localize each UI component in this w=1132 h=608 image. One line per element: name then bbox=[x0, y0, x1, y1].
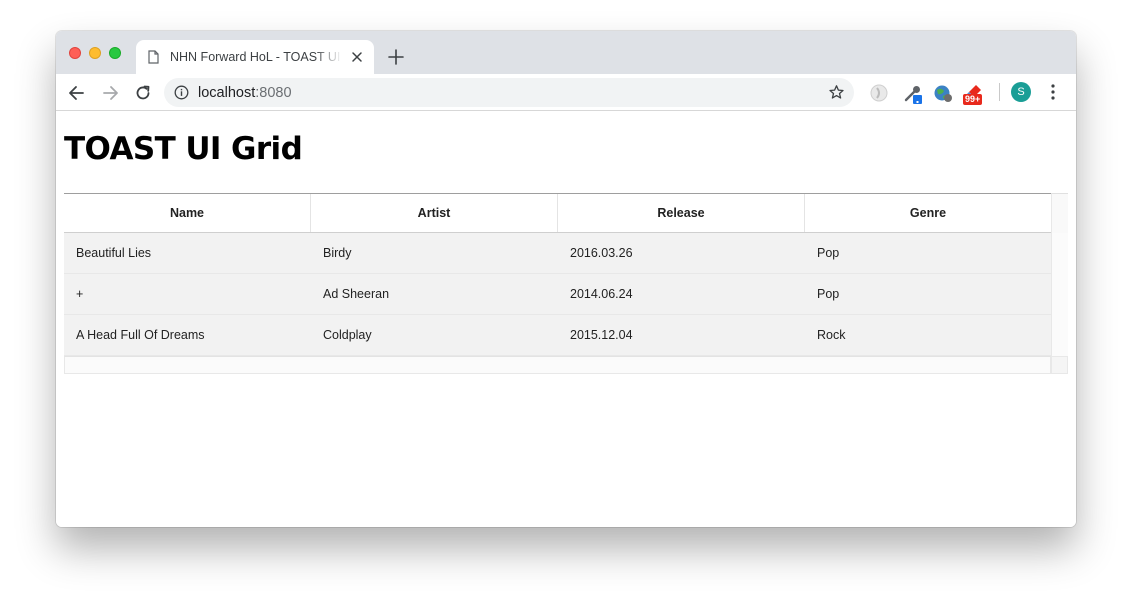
page-icon bbox=[148, 50, 159, 64]
info-icon[interactable] bbox=[174, 85, 189, 100]
scrollbar-corner bbox=[1051, 356, 1068, 374]
table-cell[interactable]: Beautiful Lies bbox=[64, 233, 311, 273]
url-host: localhost bbox=[198, 85, 256, 101]
close-icon[interactable] bbox=[350, 50, 364, 64]
table-cell[interactable]: 2014.06.24 bbox=[558, 274, 805, 314]
close-window-button[interactable] bbox=[69, 47, 81, 59]
header-scroll-spacer bbox=[1051, 193, 1068, 233]
maximize-window-button[interactable] bbox=[109, 47, 121, 59]
data-grid[interactable]: Name Artist Release Genre Beautiful Lies… bbox=[64, 193, 1068, 374]
globe-extension-icon[interactable] bbox=[932, 82, 954, 104]
table-cell[interactable]: A Head Full Of Dreams bbox=[64, 315, 311, 355]
url-text: localhost:8080 bbox=[198, 85, 292, 101]
table-cell[interactable]: Pop bbox=[805, 274, 1051, 314]
toolbar-separator bbox=[999, 83, 1000, 101]
grid-header: Name Artist Release Genre bbox=[64, 193, 1051, 233]
table-row: + Ad Sheeran 2014.06.24 Pop bbox=[64, 274, 1051, 315]
star-icon[interactable] bbox=[828, 84, 845, 101]
back-arrow-icon[interactable] bbox=[67, 83, 87, 103]
tab-title: NHN Forward HoL - TOAST UI Grid bbox=[170, 50, 342, 64]
plus-icon[interactable] bbox=[387, 48, 405, 66]
table-cell[interactable]: Rock bbox=[805, 315, 1051, 355]
address-bar[interactable]: localhost:8080 bbox=[164, 78, 854, 107]
column-header-genre[interactable]: Genre bbox=[805, 194, 1051, 232]
column-header-artist[interactable]: Artist bbox=[311, 194, 558, 232]
kebab-menu-icon[interactable] bbox=[1047, 83, 1059, 101]
table-cell[interactable]: 2016.03.26 bbox=[558, 233, 805, 273]
tracker-extension-icon[interactable] bbox=[868, 82, 890, 104]
url-port: :8080 bbox=[255, 85, 292, 101]
extension-badge: 99+ bbox=[963, 94, 983, 105]
grid-body: Beautiful Lies Birdy 2016.03.26 Pop + Ad… bbox=[64, 233, 1051, 356]
color-picker-extension-icon[interactable] bbox=[902, 82, 924, 104]
table-row: Beautiful Lies Birdy 2016.03.26 Pop bbox=[64, 233, 1051, 274]
minimize-window-button[interactable] bbox=[89, 47, 101, 59]
table-cell[interactable]: Ad Sheeran bbox=[311, 274, 558, 314]
table-cell[interactable]: 2015.12.04 bbox=[558, 315, 805, 355]
tab-strip: NHN Forward HoL - TOAST UI Grid bbox=[56, 31, 1076, 74]
page-content: TOAST UI Grid Name Artist Release Genre … bbox=[56, 111, 1076, 527]
column-header-release[interactable]: Release bbox=[558, 194, 805, 232]
vertical-scrollbar[interactable] bbox=[1051, 233, 1068, 356]
reload-icon[interactable] bbox=[133, 83, 153, 103]
table-cell[interactable]: Pop bbox=[805, 233, 1051, 273]
browser-tab[interactable]: NHN Forward HoL - TOAST UI Grid bbox=[136, 40, 374, 74]
table-row: A Head Full Of Dreams Coldplay 2015.12.0… bbox=[64, 315, 1051, 356]
page-title: TOAST UI Grid bbox=[64, 131, 303, 167]
table-cell[interactable]: Birdy bbox=[311, 233, 558, 273]
profile-avatar[interactable]: S bbox=[1011, 82, 1031, 102]
browser-window: NHN Forward HoL - TOAST UI Grid local bbox=[56, 31, 1076, 527]
forward-arrow-icon[interactable] bbox=[100, 83, 120, 103]
table-cell[interactable]: Coldplay bbox=[311, 315, 558, 355]
horizontal-scrollbar[interactable] bbox=[64, 356, 1051, 374]
column-header-name[interactable]: Name bbox=[64, 194, 311, 232]
table-cell[interactable]: + bbox=[64, 274, 311, 314]
